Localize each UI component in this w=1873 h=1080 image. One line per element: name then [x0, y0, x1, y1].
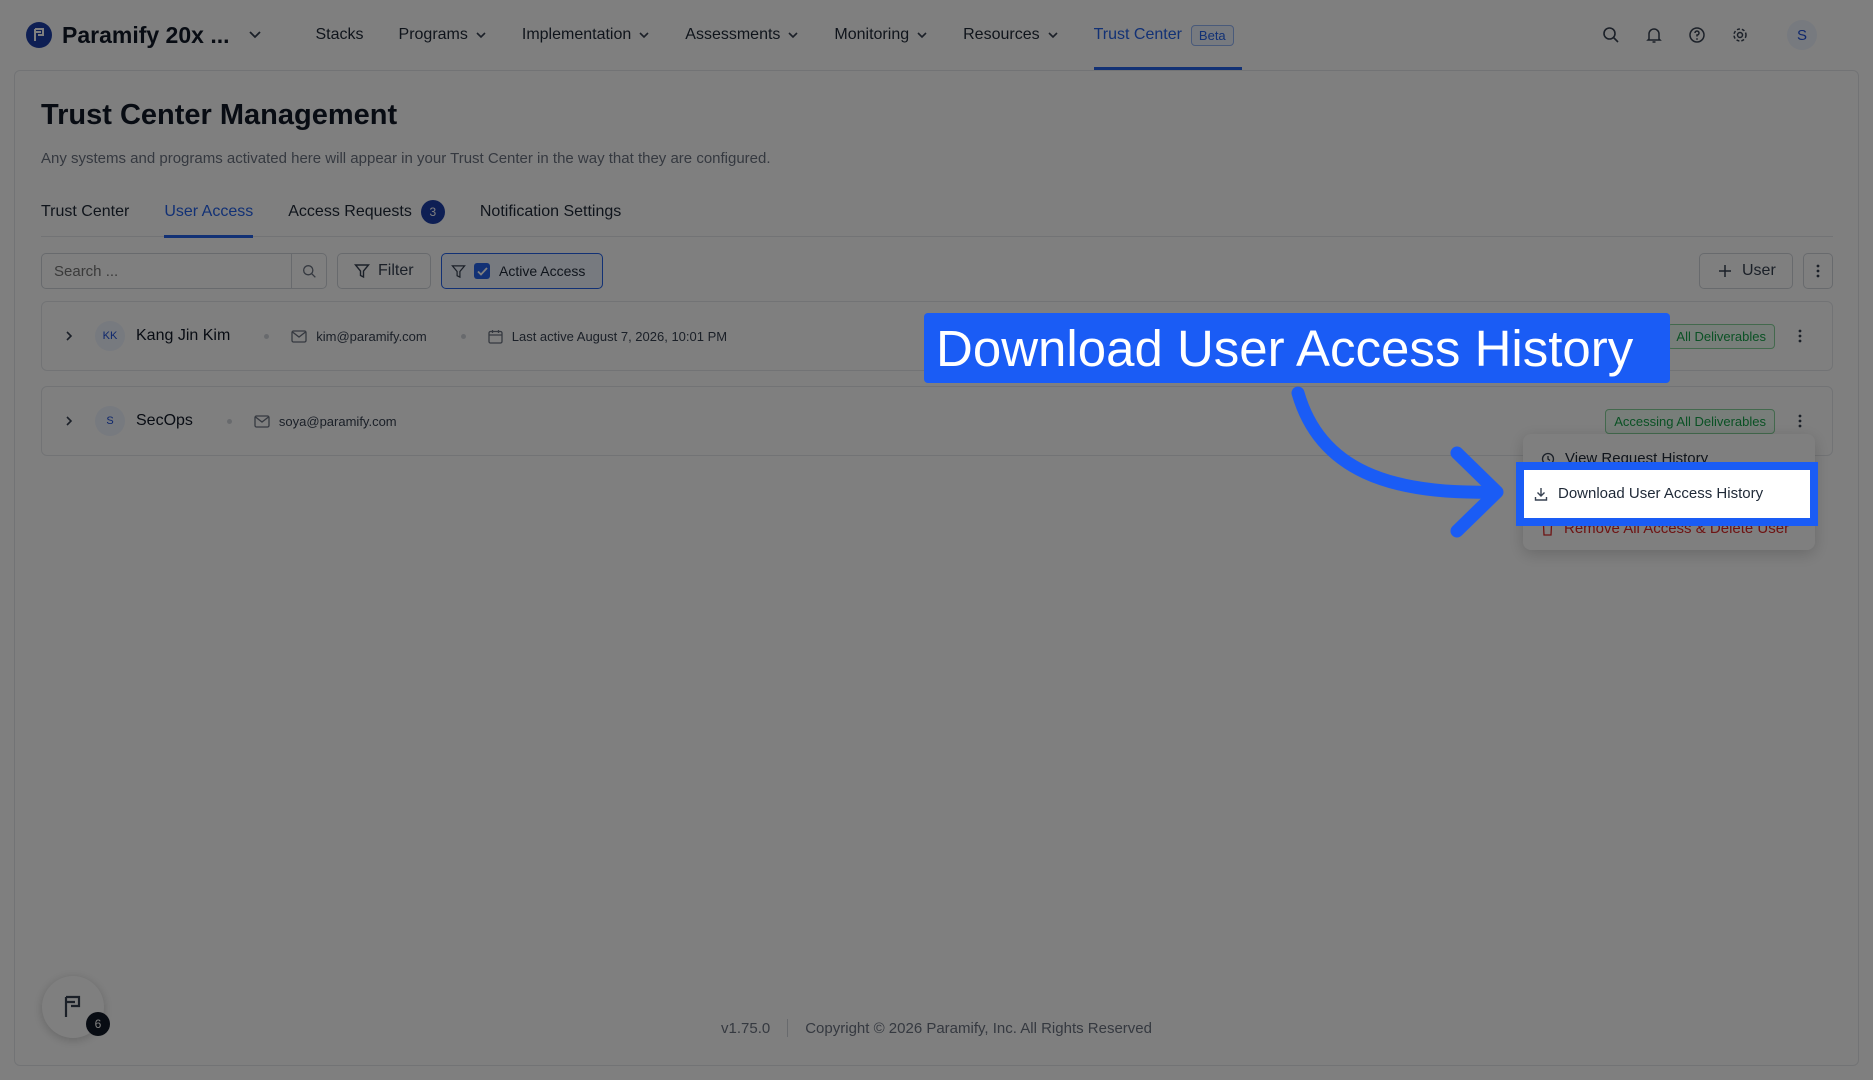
- tutorial-arrow-icon: [1291, 386, 1504, 538]
